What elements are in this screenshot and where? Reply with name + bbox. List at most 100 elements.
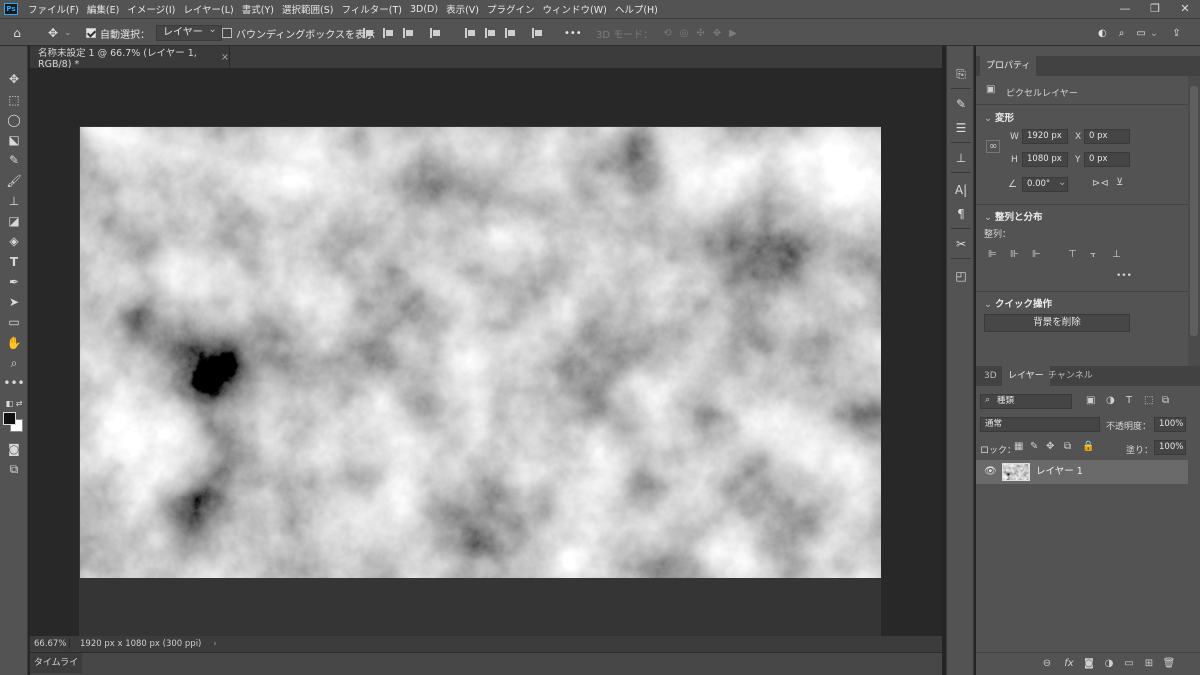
menu-file[interactable]: ファイル(F) xyxy=(24,2,83,16)
user-share-icon[interactable]: ◐ xyxy=(1098,28,1107,39)
lasso-tool-icon[interactable]: ◯ xyxy=(4,111,24,129)
eye-icon[interactable]: 👁 xyxy=(984,467,997,477)
path-select-tool-icon[interactable]: ➤ xyxy=(4,293,24,311)
status-menu-arrow-icon[interactable]: › xyxy=(213,639,216,649)
3d-drag-icon[interactable]: ✣ xyxy=(696,28,704,39)
link-dimensions-icon[interactable]: ∞ xyxy=(986,140,1001,153)
minimize-button[interactable]: — xyxy=(1110,0,1140,18)
filter-adjustment-icon[interactable]: ◑ xyxy=(1106,395,1115,406)
brush-tool-icon[interactable]: 🖌 xyxy=(4,172,24,190)
foreground-color-swatch[interactable] xyxy=(3,412,16,425)
zoom-tool-icon[interactable]: ⌕ xyxy=(4,354,24,372)
layer-name[interactable]: レイヤー 1 xyxy=(1036,460,1083,484)
distribute-v-icon[interactable] xyxy=(532,28,542,38)
lock-position-icon[interactable]: ✥ xyxy=(1046,441,1054,452)
history-panel-icon[interactable]: ⎘ xyxy=(953,66,969,82)
menu-3d[interactable]: 3D(D) xyxy=(406,4,442,15)
filter-smart-object-icon[interactable]: ⧉ xyxy=(1162,395,1169,406)
menu-image[interactable]: イメージ(I) xyxy=(123,2,179,16)
align-section-title[interactable]: 整列と分布 xyxy=(984,209,1043,223)
screen-mode-icon[interactable]: ⧉ xyxy=(4,460,24,478)
3d-roll-icon[interactable]: ◎ xyxy=(680,28,689,39)
menu-window[interactable]: ウィンドウ(W) xyxy=(539,2,611,16)
tab-3d[interactable]: 3D xyxy=(978,366,1003,386)
more-tools-icon[interactable]: ••• xyxy=(3,374,24,392)
layer-filter-dropdown[interactable]: 種類 xyxy=(980,394,1072,409)
eyedropper-tool-icon[interactable]: ✎ xyxy=(4,151,24,169)
lock-transparent-icon[interactable]: ▦ xyxy=(1014,441,1023,452)
pen-tool-icon[interactable]: ✒ xyxy=(4,273,24,291)
bounding-box-checkbox[interactable] xyxy=(222,28,232,38)
new-adjustment-icon[interactable]: ◑ xyxy=(1102,657,1116,671)
more-options-button[interactable]: ••• xyxy=(564,28,582,39)
adjustments-icon[interactable]: ☰ xyxy=(953,120,969,136)
tools-preset-icon[interactable]: ✂ xyxy=(953,236,969,252)
panel-align-middle-icon[interactable]: ⫟ xyxy=(1090,249,1096,260)
transform-section-title[interactable]: 変形 xyxy=(984,110,1014,124)
eraser-tool-icon[interactable]: ◪ xyxy=(4,212,24,230)
hand-tool-icon[interactable]: ✋ xyxy=(4,334,24,352)
libraries-icon[interactable]: ◰ xyxy=(953,268,969,284)
add-mask-icon[interactable]: ◙ xyxy=(1082,657,1096,671)
y-input[interactable]: 0 px xyxy=(1084,152,1130,167)
auto-select-target-dropdown[interactable]: レイヤー xyxy=(156,23,222,41)
quick-actions-title[interactable]: クイック操作 xyxy=(984,296,1052,310)
search-icon[interactable]: ⌕ xyxy=(1119,28,1125,39)
panel-align-top-icon[interactable]: ⊤ xyxy=(1068,249,1077,260)
menu-view[interactable]: 表示(V) xyxy=(442,2,483,16)
scrollbar-thumb[interactable] xyxy=(1190,86,1198,336)
3d-slide-icon[interactable]: ✥ xyxy=(713,28,721,39)
filter-type-icon[interactable]: T xyxy=(1126,395,1132,406)
document-canvas[interactable] xyxy=(80,127,881,578)
width-input[interactable]: 1920 px xyxy=(1022,129,1068,144)
panel-align-bottom-icon[interactable]: ⊥ xyxy=(1112,249,1121,260)
3d-orbit-icon[interactable]: ⟲ xyxy=(663,28,671,39)
distribute-h-icon[interactable] xyxy=(430,28,440,38)
panel-align-center-icon[interactable]: ⊪ xyxy=(1010,249,1019,260)
align-middle-icon[interactable] xyxy=(485,28,495,38)
fill-input[interactable]: 100% xyxy=(1154,440,1186,455)
character-panel-icon[interactable]: A| xyxy=(953,182,969,198)
move-tool-icon[interactable]: ✥ xyxy=(4,70,24,88)
quick-mask-icon[interactable]: ◙ xyxy=(4,440,24,458)
align-left-icon[interactable] xyxy=(363,28,373,38)
fx-icon[interactable]: fx xyxy=(1062,657,1076,671)
menu-layer[interactable]: レイヤー(L) xyxy=(179,2,237,16)
blend-mode-dropdown[interactable]: 通常 xyxy=(980,417,1100,432)
filter-shape-icon[interactable]: ⬚ xyxy=(1144,395,1153,406)
type-tool-icon[interactable]: T xyxy=(4,253,24,271)
object-select-tool-icon[interactable]: ⬕ xyxy=(4,131,24,149)
link-layers-icon[interactable]: ⊖ xyxy=(1040,657,1054,671)
close-tab-icon[interactable]: × xyxy=(221,52,229,63)
zoom-level[interactable]: 66.67% xyxy=(30,639,70,649)
workspace-icon[interactable]: ▭ xyxy=(1136,28,1145,39)
tab-properties[interactable]: プロパティ xyxy=(980,56,1037,76)
panel-align-right-icon[interactable]: ⊩ xyxy=(1032,249,1041,260)
panel-align-left-icon[interactable]: ⊫ xyxy=(988,249,997,260)
align-right-icon[interactable] xyxy=(403,28,413,38)
menu-filter[interactable]: フィルター(T) xyxy=(337,2,406,16)
auto-select-checkbox[interactable] xyxy=(86,28,96,38)
height-input[interactable]: 1080 px xyxy=(1022,152,1068,167)
more-align-button[interactable]: ••• xyxy=(1116,271,1132,281)
remove-background-button[interactable]: 背景を削除 xyxy=(984,314,1130,332)
default-colors-icon[interactable]: ◧ ⇄ xyxy=(4,394,24,412)
color-swatches[interactable] xyxy=(3,412,25,434)
bounding-box-option[interactable]: バウンディングボックスを表示 xyxy=(222,19,375,47)
marquee-tool-icon[interactable]: ⬚ xyxy=(4,91,24,109)
delete-layer-icon[interactable]: 🗑 xyxy=(1162,657,1176,671)
paragraph-panel-icon[interactable]: ¶ xyxy=(953,206,969,222)
auto-select-option[interactable]: 自動選択： xyxy=(86,19,150,47)
menu-plugins[interactable]: プラグイン xyxy=(483,2,539,16)
close-window-button[interactable]: ✕ xyxy=(1170,0,1200,18)
flip-horizontal-icon[interactable]: ⊳⊲ xyxy=(1092,178,1109,189)
3d-scale-icon[interactable]: ▶ xyxy=(729,28,737,39)
share-icon[interactable]: ⇪ xyxy=(1172,28,1180,39)
move-tool-preset[interactable]: ✥ ⌄ xyxy=(46,19,72,47)
lock-artboard-icon[interactable]: ⧉ xyxy=(1064,441,1071,452)
x-input[interactable]: 0 px xyxy=(1084,129,1130,144)
opacity-input[interactable]: 100% xyxy=(1154,417,1186,432)
document-tab[interactable]: 名称未設定 1 @ 66.7% (レイヤー 1, RGB/8) * × xyxy=(30,46,230,70)
tab-channels[interactable]: チャンネル xyxy=(1042,366,1099,386)
stamp-tool-icon[interactable]: ⊥ xyxy=(4,192,24,210)
